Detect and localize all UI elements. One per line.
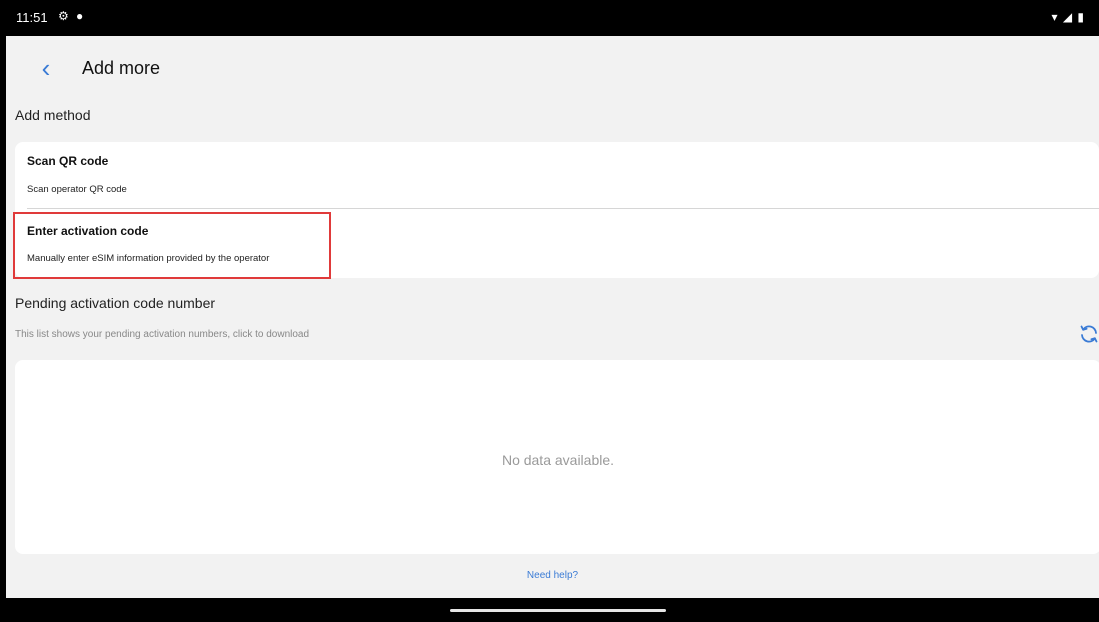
option-subtitle: Manually enter eSIM information provided… — [27, 253, 270, 264]
empty-state-text: No data available. — [501, 452, 615, 468]
settings-icon: ⚙ — [58, 9, 69, 23]
back-button[interactable]: ‹ — [32, 46, 60, 90]
status-bar: 11:51 ⚙ ● ▾ ◢ ▮ — [6, 0, 1099, 36]
home-gesture-bar[interactable] — [450, 609, 666, 612]
pending-section-description: This list shows your pending activation … — [15, 329, 310, 340]
option-title: Scan QR code — [27, 154, 109, 168]
need-help-link[interactable]: Need help? — [6, 570, 1099, 581]
option-subtitle: Scan operator QR code — [27, 184, 127, 195]
signal-icon: ◢ — [1062, 10, 1074, 24]
pending-section-title: Pending activation code number — [15, 295, 216, 311]
page-title: Add more — [82, 58, 161, 78]
scan-qr-code-option[interactable]: Scan QR code Scan operator QR code — [15, 142, 1099, 208]
app-header: ‹ Add more — [6, 46, 1099, 90]
enter-activation-code-option[interactable]: Enter activation code Manually enter eSI… — [15, 209, 1099, 278]
wifi-icon: ▾ — [1051, 10, 1059, 24]
signal-battery-icons: ▾ ◢ ▮ — [1051, 10, 1085, 24]
battery-icon: ▮ — [1077, 10, 1085, 24]
back-arrow-icon: ‹ — [41, 53, 51, 83]
add-method-card: Scan QR code Scan operator QR code Enter… — [15, 142, 1099, 278]
app-screen: 11:51 ⚙ ● ▾ ◢ ▮ ‹ Add more Add method Sc… — [6, 0, 1099, 622]
navigation-bar — [6, 598, 1099, 622]
status-time: 11:51 — [16, 10, 48, 25]
add-method-label: Add method — [15, 107, 91, 123]
refresh-icon[interactable] — [1077, 322, 1099, 346]
option-title: Enter activation code — [27, 224, 149, 238]
notification-dot-icon: ● — [76, 9, 84, 23]
pending-list: No data available. — [15, 360, 1099, 554]
